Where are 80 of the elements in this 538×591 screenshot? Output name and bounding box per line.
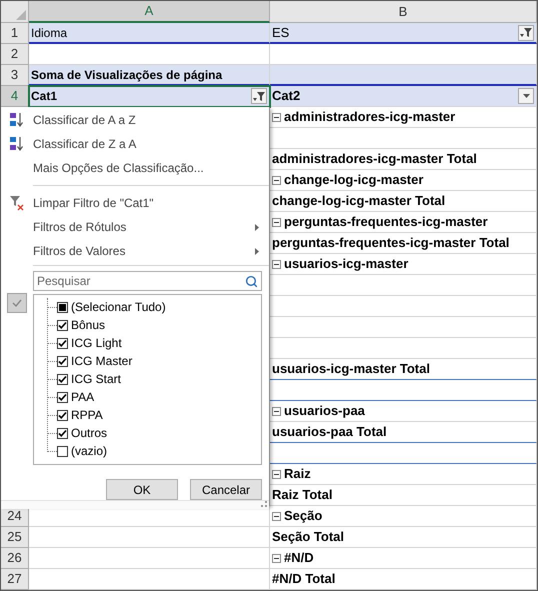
menu-item[interactable]: Mais Opções de Classificação... [1,156,269,180]
checkbox[interactable] [57,320,68,330]
cell-text: perguntas-frequentes-icg-master Total [272,234,510,252]
checkmark-icon [7,293,27,313]
row-header[interactable]: 3 [1,65,29,86]
caret-icon [522,94,530,98]
checkbox[interactable] [57,356,68,366]
corner-triangle-icon [16,10,26,20]
menu-item[interactable]: Classificar de Z a A [1,132,269,156]
cell-text: Soma de Visualizações de página [31,66,224,84]
collapse-icon[interactable] [272,176,281,184]
collapse-icon[interactable] [272,112,281,122]
row-header[interactable]: 25 [1,527,29,548]
row-header[interactable]: 26 [1,548,29,569]
cell-text: perguntas-frequentes-icg-master [284,213,489,232]
row-header[interactable]: 27 [1,569,29,590]
value-item[interactable]: (Selecionar Tudo) [48,298,166,316]
checkbox[interactable] [57,392,68,402]
sort-icon [9,136,25,152]
collapse-icon[interactable] [272,512,281,520]
menu-item[interactable]: Classificar de A a Z [1,108,269,132]
resize-grip-icon [261,501,267,507]
row-header[interactable]: 4 [1,86,29,107]
cell-text: ES [272,24,290,42]
submenu-arrow-icon [255,248,259,254]
filter-icon [253,90,265,102]
dialog-button[interactable]: Cancelar [190,479,262,500]
cell-text: #N/D Total [272,570,336,588]
filter-button[interactable] [518,24,534,40]
sort-icon [9,112,25,128]
menu-item[interactable]: Limpar Filtro de "Cat1" [1,191,269,215]
value-item[interactable]: ICG Master [48,352,166,370]
cell-text: change-log-icg-master [284,171,424,190]
collapse-icon[interactable] [272,554,281,562]
cell-text: change-log-icg-master Total [272,192,446,210]
row-header[interactable]: 2 [1,44,29,65]
checkbox[interactable] [57,428,68,438]
value-item[interactable]: (vazio) [48,442,166,460]
cell-text: Seção [284,507,324,526]
cell-text: administradores-icg-master [284,108,456,126]
clear-filter-icon [9,195,25,211]
checkbox[interactable] [57,338,68,348]
cell-text: #N/D [284,549,315,568]
collapse-icon[interactable] [272,218,281,226]
value-item[interactable]: Outros [48,424,166,442]
cell-text: usuarios-paa Total [272,423,388,442]
column-header[interactable]: B [270,1,537,23]
cell-text: usuarios-icg-master Total [272,360,431,378]
cell-text: usuarios-icg-master [284,255,410,274]
dropdown-button[interactable] [518,88,534,104]
collapse-icon[interactable] [272,260,281,268]
cell-text: Seção Total [272,528,346,546]
cell-text: Cat1 [31,88,58,105]
checkbox[interactable] [57,446,68,456]
collapse-icon[interactable] [272,470,281,478]
cell-text: usuarios-paa [284,402,366,420]
cell-text: Raiz [284,465,312,484]
menu-item[interactable]: Filtros de Rótulos [1,215,269,239]
value-item[interactable]: ICG Light [48,334,166,352]
search-icon [245,275,258,288]
value-item[interactable]: Bônus [48,316,166,334]
value-item[interactable]: ICG Start [48,370,166,388]
cell-text: Raiz Total [272,486,334,504]
value-item[interactable]: PAA [48,388,166,406]
value-item[interactable]: RPPA [48,406,166,424]
cell-text: Idioma [31,24,68,42]
submenu-arrow-icon [255,224,259,230]
collapse-icon[interactable] [272,406,281,416]
checkbox[interactable] [57,302,68,312]
dialog-button[interactable]: OK [106,479,178,500]
cell-text: administradores-icg-master Total [272,150,478,168]
cell-text: Cat2 [272,87,302,106]
checkbox[interactable] [57,410,68,420]
column-header[interactable]: A [29,1,270,23]
filter-icon [520,27,532,38]
menu-item[interactable]: Filtros de Valores [1,239,269,263]
row-header[interactable]: 1 [1,23,29,44]
search-field[interactable]: Pesquisar [33,271,262,291]
filter-button[interactable] [251,88,267,104]
checkbox[interactable] [57,374,68,384]
